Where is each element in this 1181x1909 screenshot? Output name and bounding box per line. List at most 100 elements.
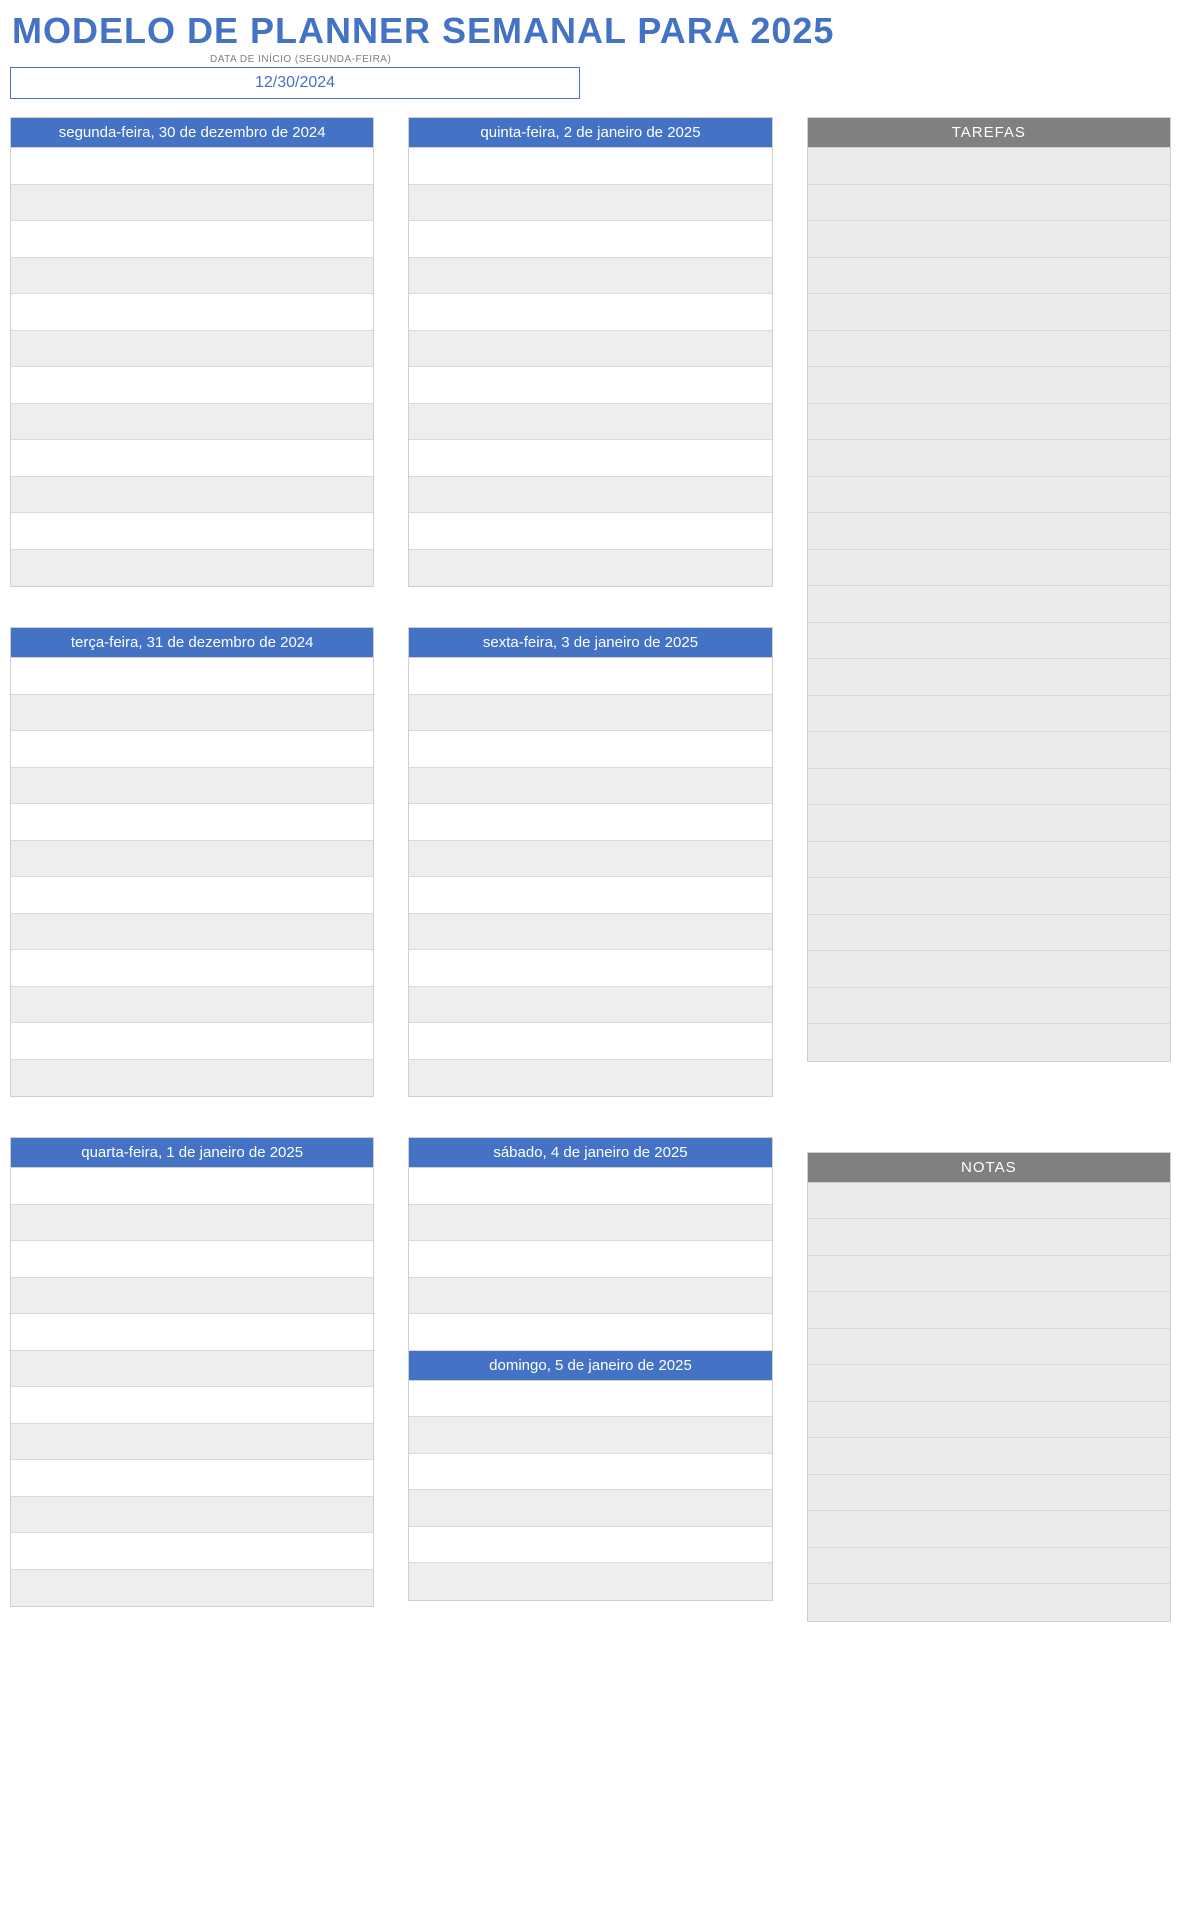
entry-row[interactable] (409, 1205, 771, 1242)
entry-row[interactable] (409, 404, 771, 441)
note-row[interactable] (808, 1256, 1170, 1293)
entry-row[interactable] (11, 148, 373, 185)
entry-row[interactable] (409, 513, 771, 550)
note-row[interactable] (808, 1183, 1170, 1220)
entry-row[interactable] (11, 1241, 373, 1278)
task-row[interactable] (808, 732, 1170, 769)
entry-row[interactable] (409, 185, 771, 222)
task-row[interactable] (808, 805, 1170, 842)
task-row[interactable] (808, 148, 1170, 185)
entry-row[interactable] (409, 695, 771, 732)
entry-row[interactable] (11, 331, 373, 368)
entry-row[interactable] (409, 331, 771, 368)
entry-row[interactable] (409, 1381, 771, 1418)
note-row[interactable] (808, 1292, 1170, 1329)
entry-row[interactable] (11, 1497, 373, 1534)
entry-row[interactable] (409, 221, 771, 258)
entry-row[interactable] (11, 294, 373, 331)
entry-row[interactable] (11, 185, 373, 222)
note-row[interactable] (808, 1365, 1170, 1402)
entry-row[interactable] (409, 877, 771, 914)
entry-row[interactable] (11, 950, 373, 987)
task-row[interactable] (808, 367, 1170, 404)
entry-row[interactable] (11, 1351, 373, 1388)
task-row[interactable] (808, 659, 1170, 696)
entry-row[interactable] (11, 1460, 373, 1497)
entry-row[interactable] (409, 950, 771, 987)
entry-row[interactable] (409, 148, 771, 185)
entry-row[interactable] (11, 841, 373, 878)
task-row[interactable] (808, 185, 1170, 222)
entry-row[interactable] (11, 1278, 373, 1315)
entry-row[interactable] (409, 841, 771, 878)
task-row[interactable] (808, 440, 1170, 477)
task-row[interactable] (808, 258, 1170, 295)
entry-row[interactable] (409, 477, 771, 514)
task-row[interactable] (808, 878, 1170, 915)
entry-row[interactable] (409, 440, 771, 477)
entry-row[interactable] (11, 513, 373, 550)
entry-row[interactable] (11, 1314, 373, 1351)
entry-row[interactable] (11, 695, 373, 732)
task-row[interactable] (808, 842, 1170, 879)
entry-row[interactable] (11, 768, 373, 805)
entry-row[interactable] (409, 987, 771, 1024)
task-row[interactable] (808, 586, 1170, 623)
entry-row[interactable] (409, 914, 771, 951)
entry-row[interactable] (11, 440, 373, 477)
task-row[interactable] (808, 477, 1170, 514)
task-row[interactable] (808, 769, 1170, 806)
entry-row[interactable] (409, 550, 771, 587)
entry-row[interactable] (409, 258, 771, 295)
entry-row[interactable] (11, 1570, 373, 1607)
entry-row[interactable] (409, 1241, 771, 1278)
note-row[interactable] (808, 1219, 1170, 1256)
entry-row[interactable] (11, 221, 373, 258)
task-row[interactable] (808, 550, 1170, 587)
entry-row[interactable] (409, 768, 771, 805)
entry-row[interactable] (11, 987, 373, 1024)
entry-row[interactable] (409, 1168, 771, 1205)
start-date-input[interactable]: 12/30/2024 (10, 67, 580, 99)
entry-row[interactable] (11, 877, 373, 914)
entry-row[interactable] (11, 1168, 373, 1205)
note-row[interactable] (808, 1475, 1170, 1512)
entry-row[interactable] (409, 1454, 771, 1491)
entry-row[interactable] (11, 258, 373, 295)
entry-row[interactable] (11, 404, 373, 441)
entry-row[interactable] (409, 1563, 771, 1600)
entry-row[interactable] (409, 1278, 771, 1315)
entry-row[interactable] (11, 1424, 373, 1461)
task-row[interactable] (808, 1024, 1170, 1061)
task-row[interactable] (808, 294, 1170, 331)
task-row[interactable] (808, 331, 1170, 368)
entry-row[interactable] (409, 367, 771, 404)
entry-row[interactable] (409, 1023, 771, 1060)
task-row[interactable] (808, 915, 1170, 952)
note-row[interactable] (808, 1511, 1170, 1548)
entry-row[interactable] (11, 1023, 373, 1060)
entry-row[interactable] (409, 1490, 771, 1527)
entry-row[interactable] (11, 1533, 373, 1570)
note-row[interactable] (808, 1548, 1170, 1585)
task-row[interactable] (808, 221, 1170, 258)
entry-row[interactable] (409, 658, 771, 695)
entry-row[interactable] (409, 1527, 771, 1564)
entry-row[interactable] (11, 477, 373, 514)
task-row[interactable] (808, 951, 1170, 988)
note-row[interactable] (808, 1402, 1170, 1439)
task-row[interactable] (808, 513, 1170, 550)
entry-row[interactable] (11, 550, 373, 587)
entry-row[interactable] (11, 1060, 373, 1097)
task-row[interactable] (808, 988, 1170, 1025)
entry-row[interactable] (11, 1205, 373, 1242)
note-row[interactable] (808, 1438, 1170, 1475)
entry-row[interactable] (11, 914, 373, 951)
task-row[interactable] (808, 623, 1170, 660)
task-row[interactable] (808, 404, 1170, 441)
note-row[interactable] (808, 1329, 1170, 1366)
entry-row[interactable] (409, 1417, 771, 1454)
entry-row[interactable] (11, 658, 373, 695)
entry-row[interactable] (409, 1060, 771, 1097)
entry-row[interactable] (409, 804, 771, 841)
